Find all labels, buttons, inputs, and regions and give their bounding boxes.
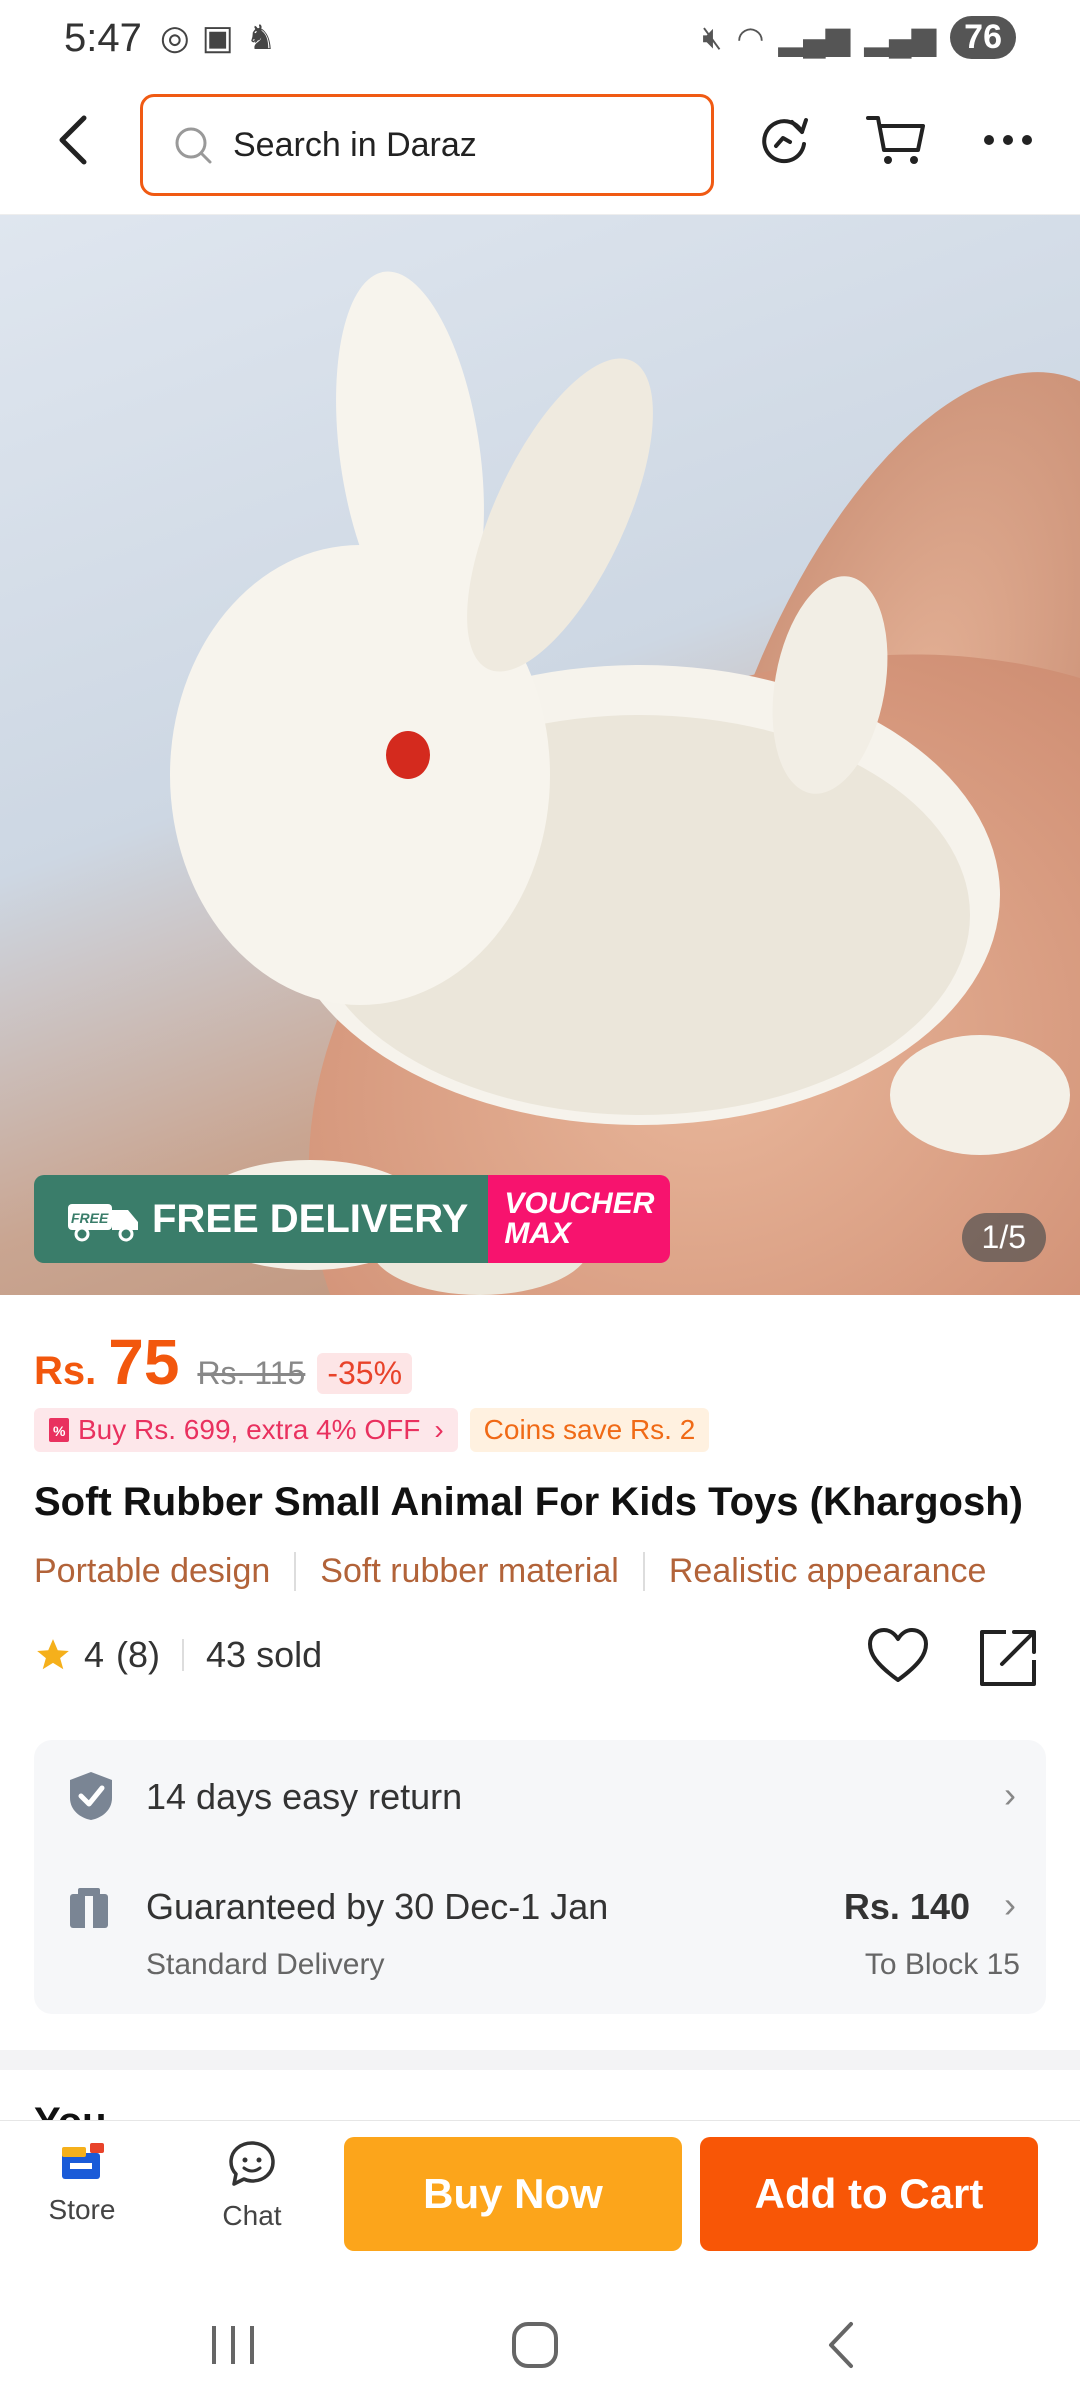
wishlist-button[interactable] — [866, 1626, 930, 1691]
feature-tag: Realistic appearance — [668, 1552, 987, 1590]
delivery-row[interactable]: Guaranteed by 30 Dec-1 Jan Standard Deli… — [34, 1850, 1046, 2014]
search-placeholder: Search in Daraz — [233, 125, 477, 164]
status-time: 5:47 — [64, 16, 142, 60]
chevron-right-icon: › — [434, 1414, 444, 1445]
more-options-button[interactable] — [976, 108, 1040, 172]
buy-now-button[interactable]: Buy Now — [344, 2137, 682, 2251]
signal-2-icon: ▂▄▆ — [864, 19, 937, 56]
service-info-card: 14 days easy return › Guaranteed by 30 D… — [34, 1740, 1046, 2014]
store-label: Store — [48, 2194, 116, 2225]
svg-text:FREE: FREE — [71, 1210, 109, 1226]
section-divider — [0, 2050, 1080, 2070]
status-bar: 5:47 ◎ ▣ ♞ 🔇︎ ◠ ▂▄▆ ▂▄▆ 76 — [0, 0, 1080, 80]
discount-badge: -35% — [317, 1353, 413, 1394]
chat-label: Chat — [222, 2200, 282, 2231]
back-button[interactable] — [44, 110, 104, 170]
back-icon — [829, 2322, 853, 2368]
battery-indicator: 76 — [950, 16, 1016, 59]
screenshot-icon: ▣ — [201, 19, 234, 57]
wifi-icon: ◠ — [736, 19, 765, 56]
cart-button[interactable] — [864, 108, 928, 172]
add-to-cart-button[interactable]: Add to Cart — [700, 2137, 1038, 2251]
rating-value: 4 — [84, 1634, 105, 1675]
chevron-right-icon: › — [1004, 1774, 1016, 1815]
system-status-icons: 🔇︎ ◠ ▂▄▆ ▂▄▆ 76 — [702, 16, 1016, 59]
price-row: Rs. 75 Rs. 115 -35% — [34, 1325, 413, 1399]
search-icon — [175, 127, 212, 164]
chat-icon — [229, 2141, 275, 2186]
product-title: Soft Rubber Small Animal For Kids Toys (… — [34, 1480, 1023, 1524]
notification-icons: ◎ ▣ ♞ — [160, 18, 276, 58]
voucher-max-badge: VOUCHER MAX — [488, 1175, 671, 1263]
sold-count: 43 sold — [206, 1634, 323, 1675]
review-count: (8) — [116, 1634, 161, 1675]
delivery-guarantee: Guaranteed by 30 Dec-1 Jan — [146, 1886, 609, 1927]
free-delivery-badge: FREE FREE DELIVERY — [34, 1175, 489, 1263]
feature-tag: Soft rubber material — [320, 1552, 645, 1591]
delivery-voucher-badge: FREE FREE DELIVERY VOUCHER MAX — [34, 1175, 671, 1263]
shield-check-icon — [70, 1772, 112, 1820]
chevron-right-icon: › — [1004, 1884, 1016, 1925]
return-policy-row[interactable]: 14 days easy return › — [34, 1740, 1046, 1850]
svg-text:%: % — [53, 1423, 66, 1439]
search-input[interactable]: Search in Daraz — [140, 94, 714, 196]
coins-promo: Coins save Rs. 2 — [469, 1408, 710, 1452]
rabbit-toy-image — [170, 271, 1070, 1295]
bundle-promo-label: Buy Rs. 699, extra 4% OFF — [78, 1414, 421, 1445]
chat-button[interactable]: Chat — [204, 2139, 300, 2232]
back-arrow-icon — [59, 115, 87, 165]
package-icon — [70, 1888, 108, 1928]
delivery-location: To Block 15 — [864, 1948, 1020, 1981]
star-icon — [37, 1639, 69, 1670]
free-delivery-label: FREE DELIVERY — [152, 1196, 469, 1241]
delivery-price: Rs. 140 — [843, 1886, 970, 1927]
original-price: Rs. 115 — [197, 1355, 306, 1391]
share-button[interactable] — [976, 1626, 1040, 1695]
snapchat-icon: ♞ — [245, 19, 277, 57]
rating-row[interactable]: 4 (8) 43 sold — [34, 1634, 322, 1676]
delivery-type: Standard Delivery — [146, 1948, 385, 1981]
refresh-button[interactable] — [752, 108, 816, 172]
next-section-title: You — [34, 2100, 107, 2120]
price-currency: Rs. — [34, 1349, 97, 1393]
top-navigation: Search in Daraz — [0, 80, 1080, 215]
store-button[interactable]: Store — [34, 2139, 130, 2226]
bottom-action-bar: Store Chat Buy Now Add to Cart — [0, 2120, 1080, 2270]
bundle-promo[interactable]: % Buy Rs. 699, extra 4% OFF › — [34, 1408, 458, 1452]
return-policy-label: 14 days easy return — [146, 1776, 463, 1817]
system-navigation-bar — [0, 2270, 1080, 2400]
more-icon — [984, 135, 1032, 145]
product-image-gallery[interactable]: FREE FREE DELIVERY VOUCHER MAX 1/5 — [0, 215, 1080, 1295]
mute-icon: 🔇︎ — [702, 18, 723, 55]
divider — [182, 1639, 185, 1671]
system-back-button[interactable] — [806, 2310, 876, 2380]
price-value: 75 — [108, 1326, 180, 1398]
feature-tags: Portable design Soft rubber material Rea… — [34, 1552, 1080, 1591]
voucher-max-label: MAX — [504, 1217, 572, 1250]
home-button[interactable] — [500, 2310, 570, 2380]
heart-icon — [868, 1628, 928, 1682]
home-icon — [512, 2322, 558, 2368]
signal-icon: ▂▄▆ — [778, 19, 851, 56]
cart-icon — [866, 116, 925, 164]
refresh-icon — [762, 118, 808, 164]
share-icon — [980, 1630, 1036, 1686]
promo-row: % Buy Rs. 699, extra 4% OFF › Coins save… — [34, 1408, 710, 1452]
voucher-label: VOUCHER — [504, 1187, 655, 1220]
whatsapp-icon: ◎ — [160, 19, 190, 57]
coupon-icon: % — [49, 1418, 69, 1442]
recent-apps-icon — [212, 2326, 254, 2364]
store-icon — [62, 2143, 104, 2179]
image-counter: 1/5 — [961, 1213, 1046, 1262]
recent-apps-button[interactable] — [198, 2310, 268, 2380]
truck-icon: FREE — [68, 1204, 138, 1242]
feature-tag: Portable design — [34, 1552, 297, 1591]
